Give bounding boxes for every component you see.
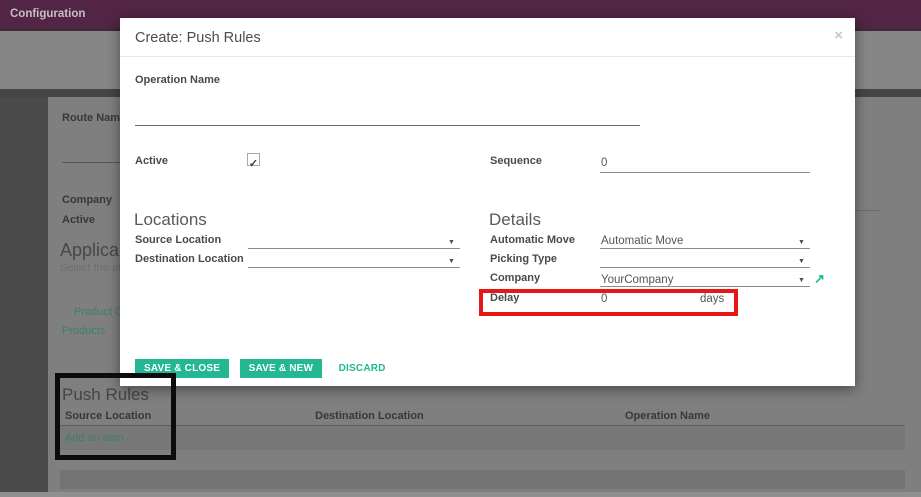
- chevron-down-icon[interactable]: ▼: [448, 239, 455, 246]
- column-header-source-location[interactable]: Source Location: [65, 410, 151, 422]
- route-name-label: Route Name: [62, 112, 126, 124]
- source-location-label: Source Location: [135, 234, 221, 246]
- company-label: Company: [490, 272, 540, 284]
- applicable-help-text: Select the pla: [60, 262, 127, 274]
- delay-value[interactable]: 0: [601, 293, 607, 305]
- chevron-down-icon[interactable]: ▼: [798, 258, 805, 265]
- company-value: YourCompany: [601, 274, 673, 286]
- dialog-title: Create: Push Rules: [135, 18, 261, 57]
- company-select[interactable]: [600, 286, 810, 287]
- chevron-down-icon[interactable]: ▼: [798, 239, 805, 246]
- checkmark-icon: ✓: [249, 158, 258, 170]
- nav-menu-configuration[interactable]: Configuration: [10, 0, 85, 29]
- operation-name-input[interactable]: [135, 125, 640, 126]
- destination-location-select[interactable]: [248, 267, 460, 268]
- picking-type-select[interactable]: [600, 267, 810, 268]
- active-label-bg: Active: [62, 214, 95, 226]
- external-link-icon[interactable]: ↗: [814, 272, 825, 285]
- discard-button[interactable]: DISCARD: [339, 359, 386, 378]
- chevron-down-icon[interactable]: ▼: [448, 258, 455, 265]
- products-link[interactable]: Products: [62, 325, 105, 337]
- bg-field-line: [855, 210, 881, 211]
- delay-unit-label: days: [700, 293, 724, 305]
- screen: Configuration Route Name Company Active …: [0, 0, 921, 497]
- locations-heading: Locations: [134, 210, 207, 230]
- active-checkbox[interactable]: ✓: [247, 153, 260, 166]
- automatic-move-value: Automatic Move: [601, 235, 683, 247]
- push-rules-heading: Push Rules: [62, 385, 149, 405]
- column-header-destination-location[interactable]: Destination Location: [315, 410, 424, 422]
- save-and-close-button[interactable]: SAVE & CLOSE: [135, 359, 229, 378]
- bottom-strip: [0, 492, 921, 497]
- active-label: Active: [135, 155, 168, 167]
- route-name-input[interactable]: [62, 162, 120, 163]
- column-header-operation-name[interactable]: Operation Name: [625, 410, 710, 422]
- dialog-footer: SAVE & CLOSE SAVE & NEW DISCARD: [135, 358, 386, 378]
- details-heading: Details: [489, 210, 541, 230]
- sequence-label: Sequence: [490, 155, 542, 167]
- destination-location-label: Destination Location: [135, 253, 244, 265]
- picking-type-label: Picking Type: [490, 253, 557, 265]
- automatic-move-label: Automatic Move: [490, 234, 575, 246]
- save-and-new-button[interactable]: SAVE & NEW: [240, 359, 323, 378]
- delay-label: Delay: [490, 292, 519, 304]
- source-location-select[interactable]: [248, 248, 460, 249]
- sequence-value: 0: [601, 157, 607, 169]
- table-row: [60, 426, 905, 450]
- chevron-down-icon[interactable]: ▼: [798, 277, 805, 284]
- operation-name-label: Operation Name: [135, 74, 220, 86]
- create-push-rules-dialog: Create: Push Rules × Operation Name Acti…: [120, 18, 855, 386]
- close-icon[interactable]: ×: [834, 28, 843, 43]
- company-label-bg: Company: [62, 194, 112, 206]
- table-row: [60, 470, 905, 489]
- automatic-move-select[interactable]: [600, 248, 810, 249]
- add-an-item-link[interactable]: Add an item: [65, 432, 124, 444]
- sequence-input[interactable]: [600, 172, 810, 173]
